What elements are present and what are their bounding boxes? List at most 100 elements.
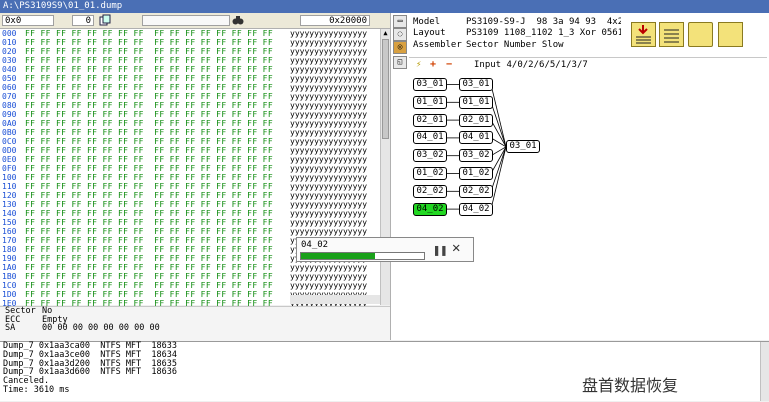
hex-address: 040	[2, 65, 17, 74]
hex-bytes-row[interactable]: FF FF FF FF FF FF FF FF FF FF FF FF FF F…	[25, 254, 287, 263]
hex-bytes-row[interactable]: FF FF FF FF FF FF FF FF FF FF FF FF FF F…	[25, 110, 287, 119]
input-node[interactable]: 01_02	[413, 167, 447, 180]
hex-ascii-row[interactable]: yyyyyyyyyyyyyyyy	[290, 92, 378, 101]
model-side-button[interactable]: ▭	[393, 15, 407, 28]
hex-bytes-row[interactable]: FF FF FF FF FF FF FF FF FF FF FF FF FF F…	[25, 137, 287, 146]
search-field[interactable]	[142, 15, 230, 26]
hex-bytes-row[interactable]: FF FF FF FF FF FF FF FF FF FF FF FF FF F…	[25, 155, 287, 164]
hex-ascii-row[interactable]: yyyyyyyyyyyyyyyy	[290, 137, 378, 146]
vertical-scrollbar[interactable]: ▲	[380, 29, 390, 305]
hex-ascii-row[interactable]: yyyyyyyyyyyyyyyy	[290, 281, 378, 290]
hex-bytes-row[interactable]: FF FF FF FF FF FF FF FF FF FF FF FF FF F…	[25, 92, 287, 101]
hex-ascii-row[interactable]: yyyyyyyyyyyyyyyy	[290, 83, 378, 92]
input-node[interactable]: 03_02	[413, 149, 447, 163]
sector-field[interactable]: 0	[72, 15, 94, 26]
wand-icon[interactable]: ⚡	[416, 60, 421, 70]
hex-ascii-row[interactable]: yyyyyyyyyyyyyyyy	[290, 227, 378, 236]
hex-ascii-row[interactable]: yyyyyyyyyyyyyyyy	[290, 209, 378, 218]
hex-bytes-row[interactable]: FF FF FF FF FF FF FF FF FF FF FF FF FF F…	[25, 236, 287, 245]
output-node[interactable]: 03_01	[506, 140, 540, 154]
hex-bytes-row[interactable]: FF FF FF FF FF FF FF FF FF FF FF FF FF F…	[25, 263, 287, 272]
hex-ascii-row[interactable]: yyyyyyyyyyyyyyyy	[290, 101, 378, 110]
extra-side-button[interactable]: ◱	[393, 56, 407, 69]
assembler-side-button[interactable]: ◎	[393, 41, 407, 54]
hex-ascii-row[interactable]: yyyyyyyyyyyyyyyy	[290, 29, 378, 38]
bytes-column[interactable]: FF FF FF FF FF FF FF FF FF FF FF FF FF F…	[25, 29, 287, 317]
save-dump-icon[interactable]	[631, 22, 656, 47]
hex-bytes-row[interactable]: FF FF FF FF FF FF FF FF FF FF FF FF FF F…	[25, 101, 287, 110]
layout-side-button[interactable]: ◌	[393, 28, 407, 41]
hex-ascii-row[interactable]: yyyyyyyyyyyyyyyy	[290, 272, 378, 281]
hex-ascii-row[interactable]: yyyyyyyyyyyyyyyy	[290, 200, 378, 209]
binoculars-icon[interactable]	[232, 14, 244, 26]
hex-bytes-row[interactable]: FF FF FF FF FF FF FF FF FF FF FF FF FF F…	[25, 173, 287, 182]
hex-ascii-row[interactable]: yyyyyyyyyyyyyyyy	[290, 74, 378, 83]
hex-bytes-row[interactable]: FF FF FF FF FF FF FF FF FF FF FF FF FF F…	[25, 74, 287, 83]
hex-bytes-row[interactable]: FF FF FF FF FF FF FF FF FF FF FF FF FF F…	[25, 218, 287, 227]
hex-bytes-row[interactable]: FF FF FF FF FF FF FF FF FF FF FF FF FF F…	[25, 83, 287, 92]
hex-bytes-row[interactable]: FF FF FF FF FF FF FF FF FF FF FF FF FF F…	[25, 245, 287, 254]
hex-bytes-row[interactable]: FF FF FF FF FF FF FF FF FF FF FF FF FF F…	[25, 29, 287, 38]
input-node[interactable]: 02_02	[413, 184, 447, 198]
hex-ascii-row[interactable]: yyyyyyyyyyyyyyyy	[290, 146, 378, 155]
input-node[interactable]: 03_01	[413, 78, 447, 91]
hex-ascii-row[interactable]: yyyyyyyyyyyyyyyy	[290, 38, 378, 47]
hex-bytes-row[interactable]: FF FF FF FF FF FF FF FF FF FF FF FF FF F…	[25, 128, 287, 137]
offset-field[interactable]: 0x0	[2, 15, 54, 26]
hex-bytes-row[interactable]: FF FF FF FF FF FF FF FF FF FF FF FF FF F…	[25, 164, 287, 173]
mid-node[interactable]: 03_02	[459, 149, 493, 163]
hex-bytes-row[interactable]: FF FF FF FF FF FF FF FF FF FF FF FF FF F…	[25, 227, 287, 236]
mid-node[interactable]: 04_01	[459, 131, 493, 145]
mid-node[interactable]: 02_02	[459, 184, 493, 198]
layout-value: PS3109 1108_1102 1_3 Xor 0561	[466, 28, 621, 38]
hex-bytes-row[interactable]: FF FF FF FF FF FF FF FF FF FF FF FF FF F…	[25, 290, 287, 299]
input-node[interactable]: 04_02	[413, 202, 447, 216]
hex-ascii-row[interactable]: yyyyyyyyyyyyyyyy	[290, 65, 378, 74]
hex-view[interactable]: 000 010 020 030 040 050 060 070 080 090 0A0 0B0 0C0 0…	[0, 29, 390, 317]
hex-bytes-row[interactable]: FF FF FF FF FF FF FF FF FF FF FF FF FF F…	[25, 38, 287, 47]
hex-bytes-row[interactable]: FF FF FF FF FF FF FF FF FF FF FF FF FF F…	[25, 200, 287, 209]
list-icon[interactable]	[659, 22, 684, 47]
hex-ascii-row[interactable]: yyyyyyyyyyyyyyyy	[290, 218, 378, 227]
hex-bytes-row[interactable]: FF FF FF FF FF FF FF FF FF FF FF FF FF F…	[25, 191, 287, 200]
hex-ascii-row[interactable]: yyyyyyyyyyyyyyyy	[290, 119, 378, 128]
hex-bytes-row[interactable]: FF FF FF FF FF FF FF FF FF FF FF FF FF F…	[25, 146, 287, 155]
hex-ascii-row[interactable]: yyyyyyyyyyyyyyyy	[290, 47, 378, 56]
hex-ascii-row[interactable]: yyyyyyyyyyyyyyyy	[290, 173, 378, 182]
mid-node[interactable]: 04_02	[459, 202, 493, 216]
hex-bytes-row[interactable]: FF FF FF FF FF FF FF FF FF FF FF FF FF F…	[25, 182, 287, 191]
mid-node[interactable]: 01_02	[459, 167, 493, 180]
hex-ascii-row[interactable]: yyyyyyyyyyyyyyyy	[290, 191, 378, 200]
hex-ascii-row[interactable]: yyyyyyyyyyyyyyyy	[290, 155, 378, 164]
hex-ascii-row[interactable]: yyyyyyyyyyyyyyyy	[290, 56, 378, 65]
document-icon[interactable]	[718, 22, 743, 47]
horizontal-scrollbar[interactable]	[290, 295, 380, 304]
hex-bytes-row[interactable]: FF FF FF FF FF FF FF FF FF FF FF FF FF F…	[25, 56, 287, 65]
hex-bytes-row[interactable]: FF FF FF FF FF FF FF FF FF FF FF FF FF F…	[25, 119, 287, 128]
hex-ascii-row[interactable]: yyyyyyyyyyyyyyyy	[290, 110, 378, 119]
hex-bytes-row[interactable]: FF FF FF FF FF FF FF FF FF FF FF FF FF F…	[25, 65, 287, 74]
input-node[interactable]: 04_01	[413, 131, 447, 145]
copy-icon[interactable]	[99, 14, 111, 26]
hex-ascii-row[interactable]: yyyyyyyyyyyyyyyy	[290, 182, 378, 191]
hex-bytes-row[interactable]: FF FF FF FF FF FF FF FF FF FF FF FF FF F…	[25, 272, 287, 281]
size-field[interactable]: 0x20000	[300, 15, 370, 26]
log-scrollbar[interactable]	[760, 342, 769, 401]
minus-icon[interactable]: −	[446, 59, 452, 70]
plus-icon[interactable]: +	[430, 59, 436, 70]
hex-bytes-row[interactable]: FF FF FF FF FF FF FF FF FF FF FF FF FF F…	[25, 209, 287, 218]
hex-ascii-row[interactable]: yyyyyyyyyyyyyyyy	[290, 263, 378, 272]
mid-node[interactable]: 03_01	[459, 78, 493, 91]
pause-icon[interactable]: ❚❚	[433, 243, 447, 257]
close-icon[interactable]: ✕	[452, 240, 460, 256]
folder-icon[interactable]	[688, 22, 713, 47]
input-node[interactable]: 02_01	[413, 113, 447, 127]
hex-ascii-row[interactable]: yyyyyyyyyyyyyyyy	[290, 128, 378, 137]
hex-ascii-row[interactable]: yyyyyyyyyyyyyyyy	[290, 164, 378, 173]
ascii-column[interactable]: yyyyyyyyyyyyyyyy yyyyyyyyyyyyyyyy yyyyyyyy…	[290, 29, 378, 317]
hex-bytes-row[interactable]: FF FF FF FF FF FF FF FF FF FF FF FF FF F…	[25, 47, 287, 56]
input-node[interactable]: 01_01	[413, 95, 447, 109]
mid-node[interactable]: 02_01	[459, 113, 493, 127]
hex-bytes-row[interactable]: FF FF FF FF FF FF FF FF FF FF FF FF FF F…	[25, 281, 287, 290]
mid-node[interactable]: 01_01	[459, 95, 493, 109]
